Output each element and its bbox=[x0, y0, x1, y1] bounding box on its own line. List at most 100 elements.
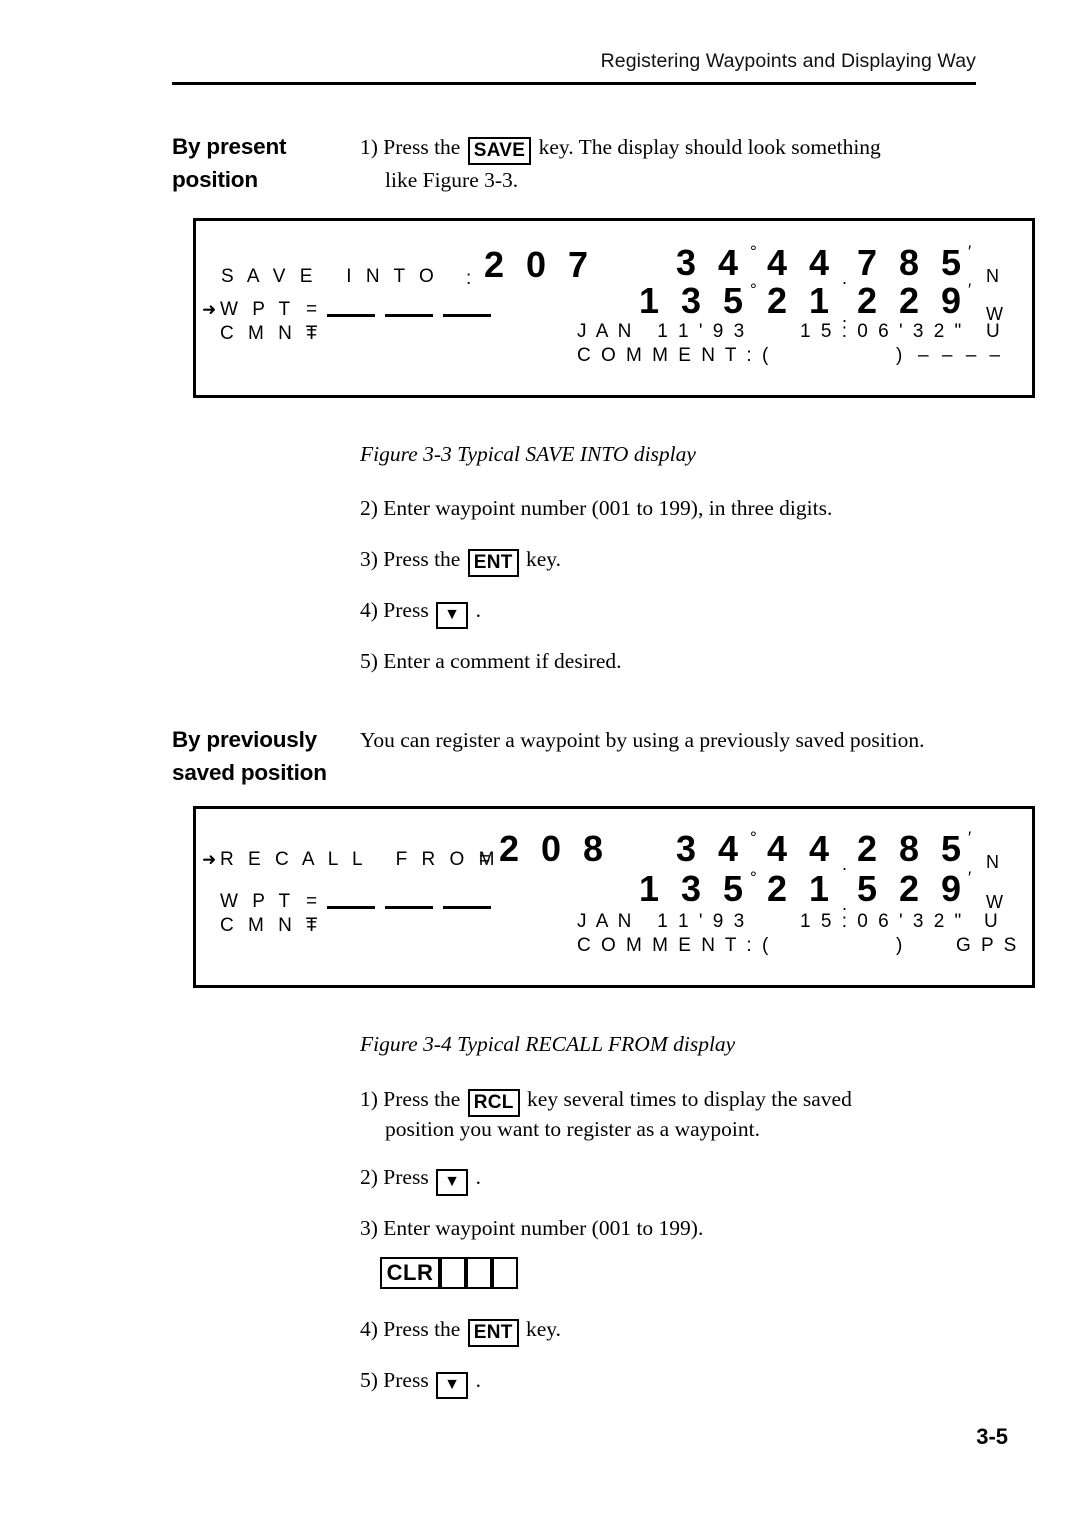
figure-3-4-caption: Figure 3-4 Typical RECALL FROM display bbox=[360, 1032, 736, 1056]
lcd-time: 1 5 : 0 6 ' 3 2 " bbox=[800, 911, 964, 932]
step-text-pre: Press the bbox=[383, 1087, 461, 1111]
step-number: 5) bbox=[360, 1368, 378, 1392]
key-sequence-clr: CLR bbox=[380, 1257, 518, 1289]
step-text-post: . bbox=[475, 1368, 481, 1392]
step-text-post: . bbox=[475, 598, 481, 622]
lcd-longitude-prime: ′ bbox=[968, 868, 972, 887]
lcd-comment-label: C O M M E N T : ( bbox=[577, 345, 771, 366]
step-text: Enter waypoint number (001 to 199), in t… bbox=[383, 496, 833, 520]
page-header: Registering Waypoints and Displaying Way bbox=[172, 50, 976, 73]
lcd-date: J A N 1 1 ' 9 3 bbox=[577, 321, 747, 342]
down-arrow-key-icon[interactable]: ▼ bbox=[436, 1169, 469, 1196]
lcd-cursor-arrow-icon: ➜ bbox=[202, 300, 217, 319]
step-1-4: 4) Press ▼ . bbox=[360, 594, 481, 629]
lcd-latitude-fraction: 7 8 5 bbox=[857, 242, 968, 283]
step-number: 2) bbox=[360, 496, 378, 520]
lcd-wpt-equals: = bbox=[306, 299, 318, 320]
lcd-latitude-degrees: 3 4 bbox=[676, 828, 745, 869]
lcd-comment-close: ) bbox=[896, 345, 903, 366]
figure-3-3-caption: Figure 3-3 Typical SAVE INTO display bbox=[360, 442, 696, 466]
step-text-pre: Press bbox=[383, 1368, 429, 1392]
step-2-5: 5) Press ▼ . bbox=[360, 1364, 481, 1399]
lcd-longitude-minutes: 2 1 bbox=[767, 280, 836, 321]
lcd-latitude-minutes: 4 4 bbox=[767, 242, 836, 283]
step-text: Enter a comment if desired. bbox=[383, 649, 622, 673]
lcd-longitude-fraction: 2 2 9 bbox=[857, 280, 968, 321]
step-1-5: 5) Enter a comment if desired. bbox=[360, 645, 622, 677]
lcd-mode-label: S A V E I N T O bbox=[221, 266, 439, 287]
lcd-waypoint-number: 2 0 7 bbox=[484, 244, 595, 285]
ent-key-icon[interactable]: ENT bbox=[467, 1319, 519, 1347]
lcd-date: J A N 1 1 ' 9 3 bbox=[577, 911, 747, 932]
lcd-wpt-blank-3 bbox=[443, 314, 491, 317]
step-text-pre: Press the bbox=[383, 547, 461, 571]
lcd-longitude-degree-symbol: ° bbox=[750, 280, 757, 299]
clr-key-icon[interactable]: CLR bbox=[380, 1257, 440, 1289]
lcd-cmnt-equals: = bbox=[306, 323, 318, 344]
lcd-comment-label: C O M M E N T : ( bbox=[577, 935, 771, 956]
step-2-4: 4) Press the ENT key. bbox=[360, 1313, 561, 1347]
lcd-wpt-blank-1 bbox=[327, 906, 375, 909]
digit-key-box-3[interactable] bbox=[492, 1257, 518, 1289]
lcd-cursor-arrow-icon: ➜ bbox=[202, 850, 217, 869]
step-text-pre: Press the bbox=[383, 135, 461, 159]
step-text-post: . bbox=[475, 1165, 481, 1189]
step-2-1-continued: position you want to register as a waypo… bbox=[385, 1113, 975, 1145]
step-1-2: 2) Enter waypoint number (001 to 199), i… bbox=[360, 492, 832, 524]
step-1-3: 3) Press the ENT key. bbox=[360, 543, 561, 577]
header-rule bbox=[172, 82, 976, 85]
lcd-longitude-degrees: 1 3 5 bbox=[639, 868, 750, 909]
step-number: 4) bbox=[360, 1317, 378, 1341]
lcd-latitude-decimal-point: . bbox=[842, 854, 848, 874]
lcd-latitude-degrees: 3 4 bbox=[676, 242, 745, 283]
down-arrow-key-icon[interactable]: ▼ bbox=[436, 1372, 469, 1399]
lcd-latitude-fraction: 2 8 5 bbox=[857, 828, 968, 869]
step-text-pre: Press the bbox=[383, 1317, 461, 1341]
lcd-wpt-blank-2 bbox=[385, 314, 433, 317]
step-text: Enter waypoint number (001 to 199). bbox=[383, 1216, 704, 1240]
lcd-latitude-minutes: 4 4 bbox=[767, 828, 836, 869]
lcd-comment-close: ) bbox=[896, 935, 903, 956]
lcd-wpt-blank-1 bbox=[327, 314, 375, 317]
step-number: 3) bbox=[360, 1216, 378, 1240]
lcd-longitude-degrees: 1 3 5 bbox=[639, 280, 750, 321]
step-1-1: 1) Press the SAVE key. The display shoul… bbox=[360, 131, 975, 165]
lcd-longitude-fraction: 5 2 9 bbox=[857, 868, 968, 909]
lcd-mode-label: R E C A L L F R O M bbox=[220, 849, 499, 870]
running-title: Registering Waypoints and Displaying Way bbox=[600, 50, 976, 72]
step-number: 1) bbox=[360, 1087, 378, 1111]
save-key-icon[interactable]: SAVE bbox=[467, 137, 532, 165]
lcd-longitude-hemisphere: W bbox=[986, 892, 1003, 912]
step-text-post: key. bbox=[526, 547, 562, 571]
step-1-1-continued: like Figure 3-3. bbox=[385, 164, 975, 196]
lcd-wpt-equals: = bbox=[306, 891, 318, 912]
lcd-source-label: G P S bbox=[956, 935, 1019, 956]
step-number: 5) bbox=[360, 649, 378, 673]
step-number: 4) bbox=[360, 598, 378, 622]
digit-key-box-2[interactable] bbox=[466, 1257, 492, 1289]
lcd-latitude-prime: ′ bbox=[968, 242, 972, 261]
section-heading-by-present-position: By present position bbox=[172, 134, 287, 192]
lcd-source-label: – – – – bbox=[918, 345, 1005, 366]
down-arrow-key-icon[interactable]: ▼ bbox=[436, 602, 469, 629]
step-2-3: 3) Enter waypoint number (001 to 199). bbox=[360, 1212, 703, 1244]
figure-3-3-display: S A V E I N T O : 2 0 7 ➜ W P T = C M N … bbox=[193, 218, 1035, 398]
lcd-longitude-prime: ′ bbox=[968, 280, 972, 299]
step-2-1: 1) Press the RCL key several times to di… bbox=[360, 1083, 975, 1117]
step-text-pre: Press bbox=[383, 598, 429, 622]
lcd-longitude-degree-symbol: ° bbox=[750, 868, 757, 887]
ent-key-icon[interactable]: ENT bbox=[467, 549, 519, 577]
step-number: 3) bbox=[360, 547, 378, 571]
step-text-post: key. bbox=[526, 1317, 562, 1341]
figure-3-4-display: ➜ R E C A L L F R O M = 2 0 8 W P T = C … bbox=[193, 806, 1035, 988]
lcd-wpt-label: W P T bbox=[220, 299, 295, 320]
digit-key-box-1[interactable] bbox=[440, 1257, 466, 1289]
step-text-continued: position you want to register as a waypo… bbox=[385, 1117, 760, 1141]
section-2-intro-paragraph: You can register a waypoint by using a p… bbox=[360, 728, 925, 752]
lcd-latitude-decimal-point: . bbox=[842, 268, 848, 288]
lcd-mode-separator: = bbox=[479, 849, 491, 870]
lcd-longitude-minutes: 2 1 bbox=[767, 868, 836, 909]
lcd-mode-separator: : bbox=[466, 268, 472, 289]
lcd-time-suffix: U bbox=[984, 911, 998, 932]
lcd-waypoint-number: 2 0 8 bbox=[499, 828, 610, 869]
